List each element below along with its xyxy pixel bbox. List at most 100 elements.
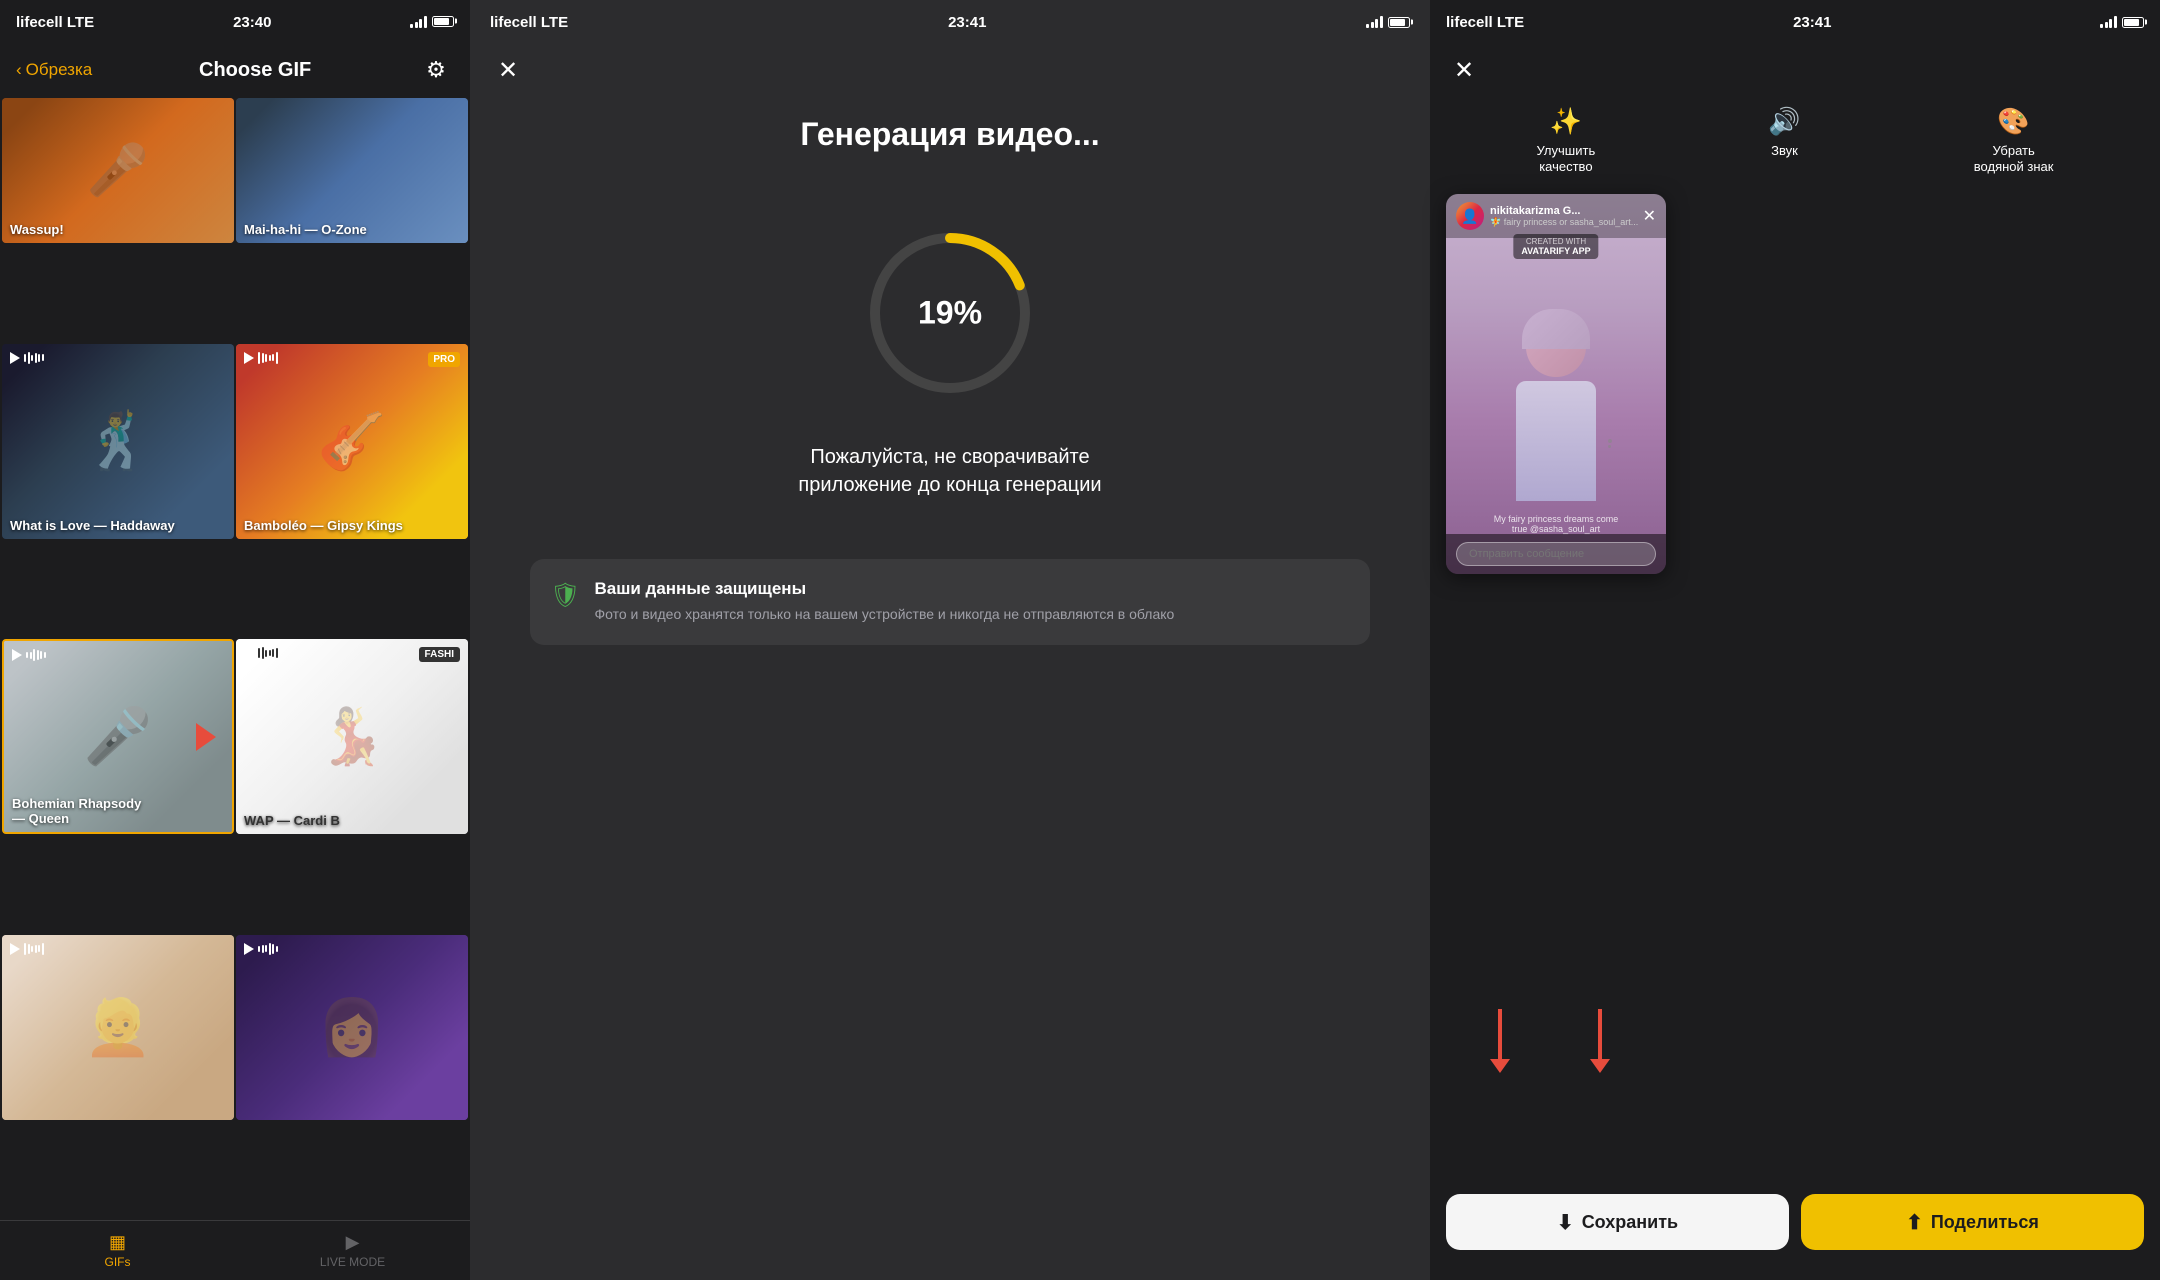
sound-icon: 🔊 xyxy=(1768,106,1800,137)
watermark-label: Убратьводяной знак xyxy=(1974,143,2054,174)
gif-label-wassup: Wassup! xyxy=(10,222,64,237)
progress-container: 19% xyxy=(470,163,1430,443)
gear-icon: ⚙ xyxy=(426,57,446,83)
gif-item-what-is-love[interactable]: 🕺 What is Love — Haddaway xyxy=(2,344,234,539)
progress-circle: 19% xyxy=(860,223,1040,403)
play-icon xyxy=(10,943,20,955)
status-icons-1 xyxy=(410,15,454,30)
security-card: 🛡 Ваши данные защищены Фото и видео хран… xyxy=(530,559,1370,645)
panel1-title: Choose GIF xyxy=(199,59,311,82)
gif-item-wap[interactable]: 💃 FASHI WAP — Cardi B xyxy=(236,639,468,834)
security-title: Ваши данные защищены xyxy=(594,579,1174,599)
battery-icon-2 xyxy=(1388,17,1410,28)
enhance-quality-button[interactable]: ✨ Улучшитькачество xyxy=(1537,106,1596,174)
fashion-badge: FASHI xyxy=(419,647,460,662)
play-icon xyxy=(244,647,254,659)
watermark-line1: CREATED WITH xyxy=(1521,237,1590,246)
save-label: Сохранить xyxy=(1582,1212,1678,1233)
carrier-2: lifecell LTE xyxy=(490,14,568,31)
time-2: 23:41 xyxy=(948,14,986,31)
gif-item-bamboleo[interactable]: 🎸 PRO Bamboléo — Gipsy Kings xyxy=(236,344,468,539)
gif-item-bohemian[interactable]: 🎤 Bohemian Rhapsody— Queen xyxy=(2,639,234,834)
play-icon xyxy=(244,943,254,955)
signal-icon-2 xyxy=(1366,16,1383,28)
play-icon xyxy=(10,352,20,364)
panel-generation: lifecell LTE 23:41 ✕ Генерация видео... xyxy=(470,0,1430,1280)
carrier-3: lifecell LTE xyxy=(1446,14,1524,31)
body xyxy=(1516,381,1596,501)
close-button-2[interactable]: ✕ xyxy=(490,52,526,88)
panel2-topbar: ✕ xyxy=(470,44,1430,96)
battery-icon-1 xyxy=(432,15,454,30)
signal-icon-1 xyxy=(410,16,427,28)
video-card: 👤 nikitakarizma G... 🧚 fairy princess or… xyxy=(1446,194,1666,574)
video-preview-area: 👤 nikitakarizma G... 🧚 fairy princess or… xyxy=(1430,194,2160,1178)
time-3: 23:41 xyxy=(1793,14,1831,31)
gif-item-wassup[interactable]: 🎤 Wassup! xyxy=(2,98,234,243)
progress-percent: 19% xyxy=(918,295,982,332)
selection-arrow xyxy=(196,723,216,751)
share-label: Поделиться xyxy=(1931,1212,2039,1233)
close-icon-2: ✕ xyxy=(498,56,518,85)
person-silhouette xyxy=(1486,317,1626,517)
gif-item-live[interactable]: 👩 xyxy=(236,935,468,1120)
waveform-icon xyxy=(258,647,278,659)
shield-icon: 🛡 xyxy=(550,581,580,610)
red-arrows xyxy=(1490,1009,1610,1073)
sound-button[interactable]: 🔊 Звук xyxy=(1768,106,1800,174)
gif-item-gifs[interactable]: 👱 xyxy=(2,935,234,1120)
gif-item-mai-ha-hi[interactable]: Mai-ha-hi — O-Zone xyxy=(236,98,468,243)
play-button-gifs[interactable] xyxy=(10,943,44,955)
save-button[interactable]: ⬇ Сохранить xyxy=(1446,1194,1789,1250)
action-buttons: ⬇ Сохранить ⬆ Поделиться xyxy=(1430,1178,2160,1280)
share-button[interactable]: ⬆ Поделиться xyxy=(1801,1194,2144,1250)
time-1: 23:40 xyxy=(233,14,271,31)
watermark-button[interactable]: 🎨 Убратьводяной знак xyxy=(1974,106,2054,174)
gif-label-bamboleo: Bamboléo — Gipsy Kings xyxy=(244,518,403,533)
play-button-bohemian[interactable] xyxy=(12,649,46,661)
send-message-input[interactable] xyxy=(1456,542,1656,566)
close-icon-3: ✕ xyxy=(1454,56,1474,85)
tab-gifs[interactable]: ▦ GIFs xyxy=(0,1221,235,1280)
play-button-whatis[interactable] xyxy=(10,352,44,364)
tattoo xyxy=(1606,437,1626,457)
panel-choose-gif: lifecell LTE 23:40 ‹ Обрезка Choose GIF … xyxy=(0,0,470,1280)
gif-grid: 🎤 Wassup! Mai-ha-hi — O-Zone 🕺 xyxy=(0,96,470,1220)
close-card-button[interactable]: ✕ xyxy=(1643,206,1656,226)
user-text: nikitakarizma G... 🧚 fairy princess or s… xyxy=(1490,205,1638,228)
gif-label-bohemian: Bohemian Rhapsody— Queen xyxy=(12,796,141,826)
waveform-icon xyxy=(258,352,278,364)
close-button-3[interactable]: ✕ xyxy=(1446,52,1482,88)
back-button[interactable]: ‹ Обрезка xyxy=(16,60,92,80)
settings-button[interactable]: ⚙ xyxy=(418,52,454,88)
watermark-icon: 🎨 xyxy=(1997,106,2029,137)
play-button-bamboleo[interactable] xyxy=(244,352,278,364)
progress-message: Пожалуйста, не сворачивайте приложение д… xyxy=(470,443,1430,559)
tab-live-icon: ▶ xyxy=(346,1232,360,1253)
back-label: Обрезка xyxy=(26,60,93,80)
status-bar-3: lifecell LTE 23:41 xyxy=(1430,0,2160,44)
security-description: Фото и видео хранятся только на вашем ус… xyxy=(594,605,1174,625)
panel-result: lifecell LTE 23:41 ✕ ✨ Улучшитькачество … xyxy=(1430,0,2160,1280)
username: nikitakarizma G... xyxy=(1490,205,1638,217)
tab-live[interactable]: ▶ LIVE MODE xyxy=(235,1221,470,1280)
video-card-footer xyxy=(1446,534,1666,574)
status-icons-2 xyxy=(1366,16,1410,28)
play-button-wap[interactable] xyxy=(244,647,278,659)
video-caption: My fairy princess dreams come true @sash… xyxy=(1446,514,1666,534)
hair xyxy=(1522,309,1590,349)
video-card-header: 👤 nikitakarizma G... 🧚 fairy princess or… xyxy=(1446,194,1666,238)
arrow-down-1 xyxy=(1490,1009,1510,1073)
waveform-icon xyxy=(258,943,278,955)
play-button-live[interactable] xyxy=(244,943,278,955)
gif-label-whatis: What is Love — Haddaway xyxy=(10,518,175,533)
enhance-icon: ✨ xyxy=(1550,106,1582,137)
sound-label: Звук xyxy=(1771,143,1798,159)
back-chevron-icon: ‹ xyxy=(16,60,22,80)
avatar: 👤 xyxy=(1456,202,1484,230)
share-icon: ⬆ xyxy=(1906,1210,1923,1235)
person-area xyxy=(1446,242,1666,527)
gif-label-wap: WAP — Cardi B xyxy=(244,813,340,828)
status-bar-2: lifecell LTE 23:41 xyxy=(470,0,1430,44)
carrier-1: lifecell LTE xyxy=(16,14,94,31)
